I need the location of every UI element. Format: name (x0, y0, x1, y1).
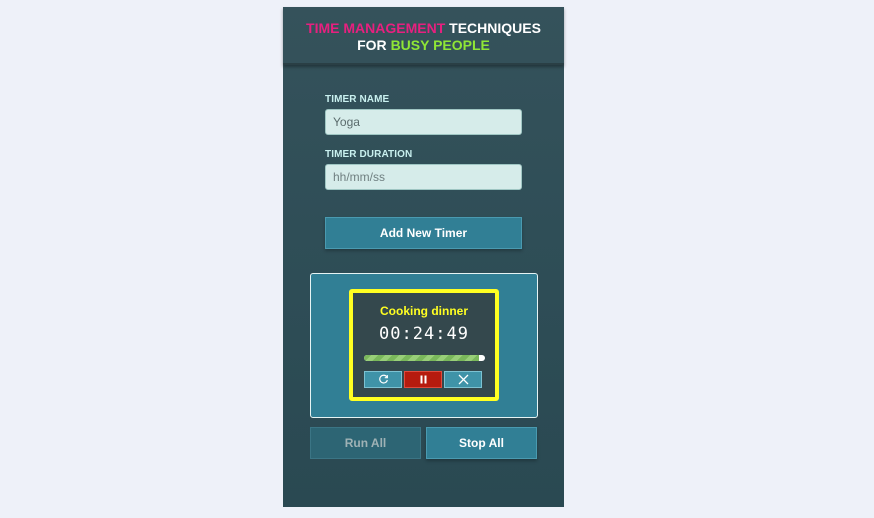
reset-timer-button[interactable] (364, 371, 402, 388)
timer-duration-input[interactable] (325, 164, 522, 190)
timer-progress-fill (364, 355, 479, 361)
add-new-timer-button[interactable]: Add New Timer (325, 217, 522, 249)
title-highlight-time-management: TIME MANAGEMENT (306, 20, 446, 36)
pause-icon (420, 375, 426, 384)
timer-card: Cooking dinner 00:24:49 (349, 289, 499, 401)
timer-duration-label: TIMER DURATION (325, 149, 413, 160)
delete-timer-button[interactable] (444, 371, 482, 388)
run-all-button[interactable]: Run All (310, 427, 421, 459)
timer-countdown: 00:24:49 (379, 324, 469, 344)
title-techniques: TECHNIQUES (445, 20, 541, 36)
page-title: TIME MANAGEMENT TECHNIQUES FOR BUSY PEOP… (283, 7, 564, 65)
pause-timer-button[interactable] (404, 371, 442, 388)
timer-app: TIME MANAGEMENT TECHNIQUES FOR BUSY PEOP… (283, 7, 564, 507)
title-highlight-busy-people: BUSY PEOPLE (390, 37, 490, 53)
timers-container: Cooking dinner 00:24:49 (310, 273, 538, 418)
timer-name-input[interactable] (325, 109, 522, 135)
refresh-icon (378, 374, 388, 384)
timer-name-label: TIMER NAME (325, 94, 390, 105)
close-icon (458, 374, 468, 385)
timer-controls (364, 371, 485, 388)
timer-progress-bar (364, 355, 485, 361)
stop-all-button[interactable]: Stop All (426, 427, 537, 459)
timer-name: Cooking dinner (380, 304, 468, 318)
title-for: FOR (357, 37, 391, 53)
